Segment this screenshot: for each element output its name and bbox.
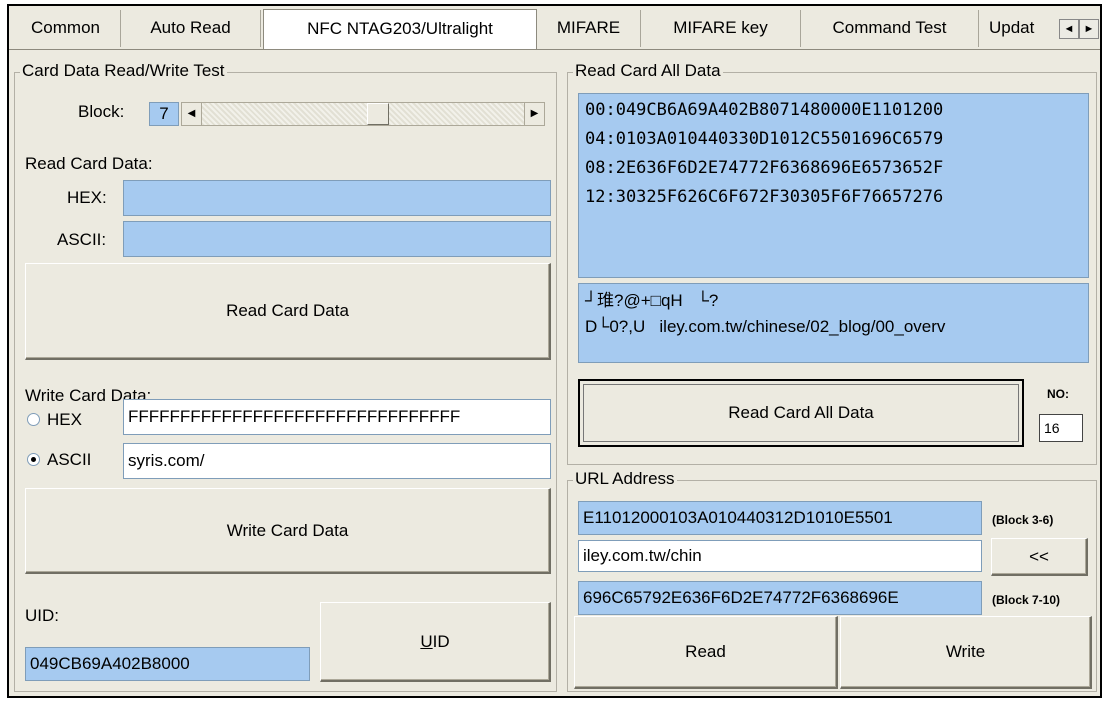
ascii-label: ASCII:	[57, 230, 107, 249]
tab-auto-read[interactable]: Auto Read	[121, 10, 261, 47]
hex-dump-line: 08:2E636F6D2E74772F6368696E6573652F	[585, 158, 944, 178]
uid-field[interactable]: 049CB69A402B8000	[25, 647, 310, 681]
url-text-input[interactable]: iley.com.tw/chin	[578, 540, 982, 572]
scroll-left-icon[interactable]: ◀	[182, 103, 202, 125]
read-all-data-group: Read Card All Data 00:049CB6A69A402B8071…	[567, 61, 1097, 465]
url-hex-block-7-10[interactable]: 696C65792E636F6D2E74772F6368696E	[578, 581, 982, 615]
hex-label: HEX:	[67, 188, 107, 207]
card-data-rw-group: Card Data Read/Write Test Block: 7 ◀ ▶ R…	[14, 61, 557, 692]
write-hex-label: HEX	[47, 410, 82, 429]
read-all-data-title: Read Card All Data	[573, 61, 723, 81]
url-convert-back-button[interactable]: <<	[991, 538, 1088, 576]
tab-nfc-ntag203-ultralight[interactable]: NFC NTAG203/Ultralight	[263, 9, 537, 49]
url-write-button[interactable]: Write	[840, 616, 1092, 689]
read-card-data-label: Read Card Data:	[25, 154, 153, 173]
tab-mifare-key[interactable]: MIFARE key	[641, 10, 801, 47]
no-input[interactable]: 16	[1039, 414, 1083, 442]
url-read-button[interactable]: Read	[574, 616, 838, 689]
scroll-right-icon[interactable]: ▶	[524, 103, 544, 125]
hex-dump-memo[interactable]: 00:049CB6A69A402B8071480000E1101200 04:0…	[578, 93, 1089, 278]
write-ascii-radio[interactable]	[27, 453, 40, 466]
write-ascii-input[interactable]: syris.com/	[123, 443, 551, 479]
block-scrollbar[interactable]: ◀ ▶	[181, 102, 545, 126]
block-scroll-thumb[interactable]	[367, 103, 389, 125]
write-hex-input[interactable]: FFFFFFFFFFFFFFFFFFFFFFFFFFFFFFFF	[123, 399, 551, 435]
hex-dump-line: 00:049CB6A69A402B8071480000E1101200	[585, 100, 944, 120]
uid-button-accel: U	[420, 631, 433, 651]
block-3-6-note: (Block 3-6)	[992, 513, 1054, 527]
uid-button[interactable]: U ID	[320, 602, 551, 682]
read-ascii-field[interactable]	[123, 221, 551, 257]
block-7-10-note: (Block 7-10)	[992, 593, 1061, 607]
tab-scroll-right-icon[interactable]: ►	[1079, 19, 1099, 39]
tab-divider	[9, 49, 1100, 50]
card-data-rw-title: Card Data Read/Write Test	[20, 61, 227, 81]
ascii-dump-line: D└0?,U iley.com.tw/chinese/02_blog/00_ov…	[585, 317, 946, 336]
tab-scroll-left-icon[interactable]: ◄	[1059, 19, 1079, 39]
uid-label: UID:	[25, 606, 59, 625]
ascii-dump-memo[interactable]: ┘琟?@+□qH └? D└0?,U iley.com.tw/chinese/0…	[578, 283, 1089, 363]
write-ascii-label: ASCII	[47, 450, 92, 469]
block-value: 7	[149, 102, 179, 126]
tab-update[interactable]: Updat	[979, 10, 1059, 47]
write-hex-radio[interactable]	[27, 413, 40, 426]
read-hex-field[interactable]	[123, 180, 551, 216]
url-address-group: URL Address E11012000103A010440312D1010E…	[567, 469, 1097, 692]
block-label: Block:	[78, 102, 125, 121]
tab-command-test[interactable]: Command Test	[801, 10, 979, 47]
tab-common[interactable]: Common	[11, 10, 121, 47]
write-card-data-button[interactable]: Write Card Data	[25, 488, 551, 574]
no-label: NO:	[1047, 387, 1069, 401]
read-card-data-button[interactable]: Read Card Data	[25, 263, 551, 360]
app-window: Common Auto Read NFC NTAG203/Ultralight …	[7, 4, 1102, 698]
uid-button-label: ID	[432, 631, 450, 651]
hex-dump-line: 12:30325F626C6F672F30305F6F76657276	[585, 187, 944, 207]
read-card-all-data-button[interactable]: Read Card All Data	[578, 379, 1024, 447]
url-address-title: URL Address	[573, 469, 677, 489]
url-hex-block-3-6[interactable]: E11012000103A010440312D1010E5501	[578, 501, 982, 535]
ascii-dump-line: ┘琟?@+□qH └?	[585, 291, 719, 310]
tab-mifare[interactable]: MIFARE	[537, 10, 641, 47]
hex-dump-line: 04:0103A010440330D1012C5501696C6579	[585, 129, 944, 149]
